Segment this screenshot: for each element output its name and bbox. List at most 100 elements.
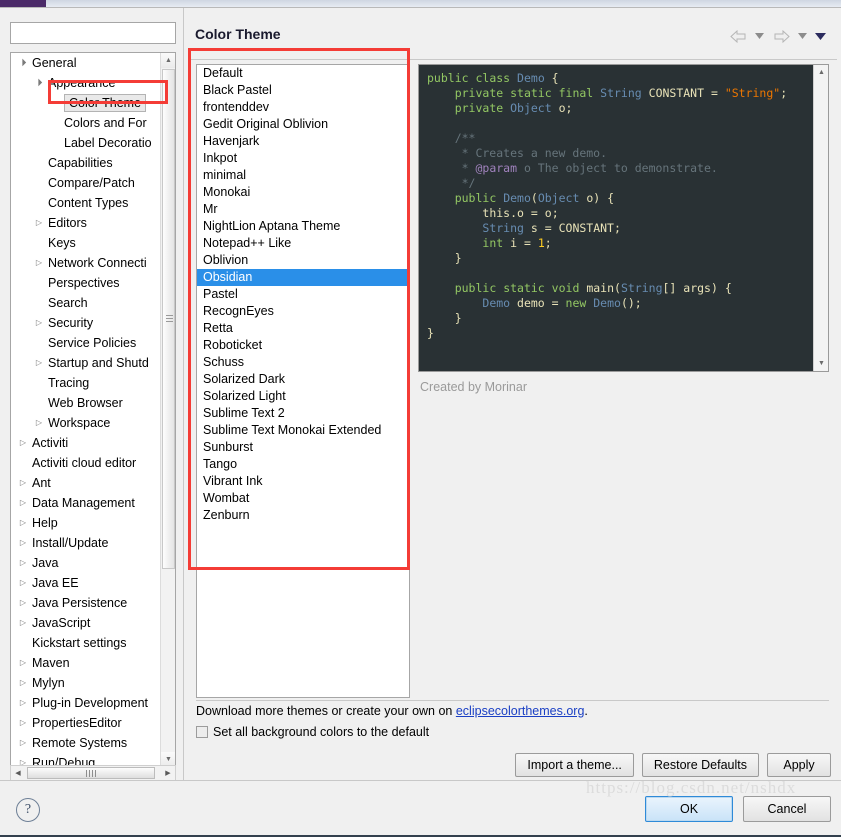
scroll-up-icon[interactable]: ▲ [814,65,828,80]
theme-list-item[interactable]: Sublime Text Monokai Extended [197,422,409,439]
scroll-down-icon[interactable]: ▼ [814,356,828,371]
set-background-colors-row[interactable]: Set all background colors to the default [196,725,429,739]
view-menu-chevron-down-icon[interactable] [814,27,827,45]
set-background-colors-checkbox[interactable] [196,726,208,738]
theme-list-item[interactable]: Gedit Original Oblivion [197,116,409,133]
chevron-right-icon[interactable]: ▷ [17,553,29,573]
ok-button[interactable]: OK [645,796,733,822]
theme-list-item[interactable]: Notepad++ Like [197,235,409,252]
theme-list-item[interactable]: Sunburst [197,439,409,456]
theme-list-item[interactable]: Default [197,65,409,82]
theme-list-item[interactable]: Sublime Text 2 [197,405,409,422]
tree-item-compare-patch[interactable]: Compare/Patch [11,173,161,193]
theme-list-item[interactable]: Schuss [197,354,409,371]
chevron-right-icon[interactable]: ▷ [17,613,29,633]
tree-item-service-policies[interactable]: Service Policies [11,333,161,353]
panel-divider[interactable] [183,8,184,780]
restore-defaults-button[interactable]: Restore Defaults [641,753,759,777]
scroll-up-icon[interactable]: ▲ [161,53,175,68]
tree-item-activiti-cloud-editor[interactable]: Activiti cloud editor [11,453,161,473]
chevron-down-icon[interactable]: ◢ [28,72,51,95]
chevron-right-icon[interactable]: ▷ [33,353,45,373]
eclipsecolorthemes-link[interactable]: eclipsecolorthemes.org [456,704,585,718]
chevron-right-icon[interactable]: ▷ [17,433,29,453]
chevron-right-icon[interactable]: ▷ [17,513,29,533]
tree-item-remote-systems[interactable]: ▷ Remote Systems [11,733,161,753]
tree-item-security[interactable]: ▷ Security [11,313,161,333]
theme-list-item[interactable]: RecognEyes [197,303,409,320]
tree-item-mylyn[interactable]: ▷ Mylyn [11,673,161,693]
tree-item-tracing[interactable]: Tracing [11,373,161,393]
tree-scroll-thumb[interactable] [162,69,175,569]
theme-list-item[interactable]: Black Pastel [197,82,409,99]
chevron-right-icon[interactable]: ▷ [17,713,29,733]
tree-item-label-decoratio[interactable]: Label Decoratio [11,133,161,153]
theme-list-item[interactable]: NightLion Aptana Theme [197,218,409,235]
tree-item-activiti[interactable]: ▷ Activiti [11,433,161,453]
chevron-right-icon[interactable]: ▷ [17,593,29,613]
tree-hscroll-thumb[interactable] [27,767,155,779]
theme-list[interactable]: Default Black Pastel frontenddev Gedit Orig… [196,64,410,698]
tree-item-javascript[interactable]: ▷ JavaScript [11,613,161,633]
theme-list-item[interactable]: Solarized Light [197,388,409,405]
chevron-right-icon[interactable]: ▷ [17,653,29,673]
theme-list-item[interactable]: frontenddev [197,99,409,116]
tree-item-colors-and-for[interactable]: Colors and For [11,113,161,133]
tree-item-web-browser[interactable]: Web Browser [11,393,161,413]
import-theme-button[interactable]: Import a theme... [515,753,634,777]
preferences-filter-input[interactable] [10,22,176,44]
theme-list-item[interactable]: Vibrant Ink [197,473,409,490]
theme-list-item[interactable]: Havenjark [197,133,409,150]
tree-item-data-management[interactable]: ▷ Data Management [11,493,161,513]
cancel-button[interactable]: Cancel [743,796,831,822]
tree-item-java-persistence[interactable]: ▷ Java Persistence [11,593,161,613]
preview-vertical-scrollbar[interactable]: ▲ ▼ [813,65,828,371]
theme-list-item[interactable]: Inkpot [197,150,409,167]
apply-button[interactable]: Apply [767,753,831,777]
theme-list-item[interactable]: Wombat [197,490,409,507]
tree-item-capabilities[interactable]: Capabilities [11,153,161,173]
theme-list-item[interactable]: Pastel [197,286,409,303]
theme-list-item[interactable]: Zenburn [197,507,409,524]
tree-item-install-update[interactable]: ▷ Install/Update [11,533,161,553]
chevron-right-icon[interactable]: ▷ [17,473,29,493]
tree-item-search[interactable]: Search [11,293,161,313]
theme-list-item[interactable]: minimal [197,167,409,184]
tree-item-java[interactable]: ▷ Java [11,553,161,573]
tree-item-editors[interactable]: ▷ Editors [11,213,161,233]
theme-list-item[interactable]: Oblivion [197,252,409,269]
back-history-chevron-down-icon[interactable] [753,27,766,45]
theme-list-item[interactable]: Roboticket [197,337,409,354]
tree-item-general[interactable]: ◢ General [11,53,161,73]
tree-item-network-connecti[interactable]: ▷ Network Connecti [11,253,161,273]
tree-item-kickstart-settings[interactable]: Kickstart settings [11,633,161,653]
chevron-right-icon[interactable]: ▷ [17,733,29,753]
theme-list-item[interactable]: Monokai [197,184,409,201]
chevron-down-icon[interactable]: ◢ [12,53,35,74]
tree-item-java-ee[interactable]: ▷ Java EE [11,573,161,593]
tree-item-ant[interactable]: ▷ Ant [11,473,161,493]
chevron-right-icon[interactable]: ▷ [17,673,29,693]
scroll-right-icon[interactable]: ▶ [161,766,175,780]
chevron-right-icon[interactable]: ▷ [33,313,45,333]
help-icon[interactable]: ? [16,798,40,822]
chevron-right-icon[interactable]: ▷ [17,533,29,553]
chevron-right-icon[interactable]: ▷ [33,253,45,273]
tree-item-startup-and-shutd[interactable]: ▷ Startup and Shutd [11,353,161,373]
chevron-right-icon[interactable]: ▷ [17,573,29,593]
tree-item-workspace[interactable]: ▷ Workspace [11,413,161,433]
theme-list-item[interactable]: Tango [197,456,409,473]
theme-list-item[interactable]: Solarized Dark [197,371,409,388]
tree-horizontal-scrollbar[interactable]: ◀ ▶ [10,765,176,781]
forward-arrow-icon[interactable] [771,27,791,45]
chevron-right-icon[interactable]: ▷ [17,493,29,513]
tree-item-color-theme[interactable]: Color Theme [11,93,161,113]
tree-item-help[interactable]: ▷ Help [11,513,161,533]
tree-item-appearance[interactable]: ◢ Appearance [11,73,161,93]
theme-list-item[interactable]: Obsidian [197,269,409,286]
tree-item-propertieseditor[interactable]: ▷ PropertiesEditor [11,713,161,733]
tree-vertical-scrollbar[interactable]: ▲ ▼ [160,53,175,767]
tree-item-plug-in-development[interactable]: ▷ Plug-in Development [11,693,161,713]
chevron-right-icon[interactable]: ▷ [17,693,29,713]
chevron-right-icon[interactable]: ▷ [33,213,45,233]
